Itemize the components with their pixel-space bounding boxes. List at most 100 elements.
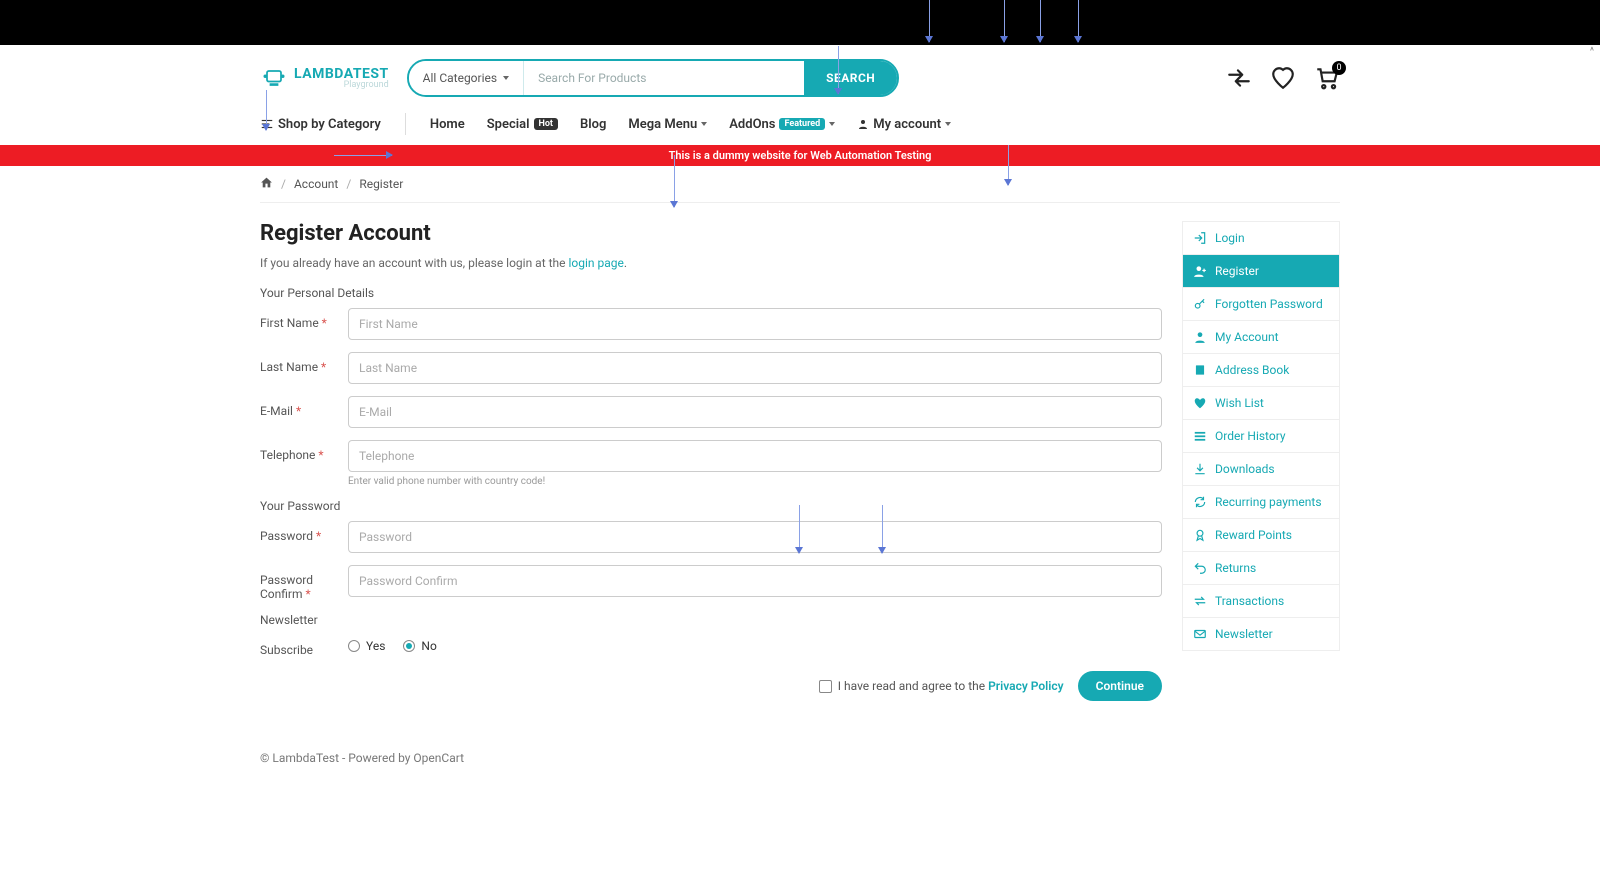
search-category-dropdown[interactable]: All Categories: [409, 61, 524, 95]
agree-label[interactable]: I have read and agree to the Privacy Pol…: [819, 679, 1064, 693]
site-logo[interactable]: LAMBDATEST Playground: [260, 64, 389, 92]
nav-my-account[interactable]: My account: [857, 117, 951, 132]
user-icon: [1193, 330, 1207, 344]
user-icon: [857, 118, 869, 130]
user-plus-icon: [1193, 264, 1207, 278]
breadcrumb-current: Register: [359, 177, 403, 191]
sidebar-item-label: Forgotten Password: [1215, 297, 1323, 311]
agree-checkbox[interactable]: [819, 680, 832, 693]
section-newsletter: Newsletter: [260, 613, 1162, 627]
sidebar-item-wish-list[interactable]: Wish List: [1183, 387, 1339, 420]
password-confirm-input[interactable]: [348, 565, 1162, 597]
annotation-arrow: [799, 505, 800, 553]
sidebar-item-my-account[interactable]: My Account: [1183, 321, 1339, 354]
cart-icon[interactable]: 0: [1314, 65, 1340, 91]
sidebar-item-transactions[interactable]: Transactions: [1183, 585, 1339, 618]
book-icon: [1193, 363, 1207, 377]
sidebar-item-returns[interactable]: Returns: [1183, 552, 1339, 585]
logo-text-sub: Playground: [344, 81, 389, 90]
search-bar: All Categories SEARCH: [407, 59, 900, 97]
main-nav: Shop by Category Home Special Hot Blog Mega …: [260, 107, 1340, 145]
award-icon: [1193, 528, 1207, 542]
privacy-policy-link[interactable]: Privacy Policy: [988, 679, 1064, 693]
nav-label: Special: [487, 117, 530, 132]
site-header: LAMBDATEST Playground All Categories SEA…: [260, 45, 1340, 103]
annotation-arrow: [929, 0, 930, 42]
cart-count-badge: 0: [1332, 61, 1346, 75]
email-input[interactable]: [348, 396, 1162, 428]
annotation-arrow: [674, 155, 675, 207]
telephone-input[interactable]: [348, 440, 1162, 472]
chevron-down-icon: [503, 76, 509, 80]
sidebar-item-label: Downloads: [1215, 462, 1275, 476]
account-sidebar: Login Register Forgotten Password My Accoun…: [1182, 221, 1340, 701]
label-last-name: Last Name *: [260, 352, 348, 374]
label-email: E-Mail *: [260, 396, 348, 418]
nav-separator: [405, 113, 406, 135]
last-name-input[interactable]: [348, 352, 1162, 384]
sidebar-item-downloads[interactable]: Downloads: [1183, 453, 1339, 486]
nav-mega-menu[interactable]: Mega Menu: [628, 117, 707, 132]
nav-addons[interactable]: AddOnsFeatured: [729, 117, 835, 132]
nav-badge: Featured: [779, 118, 825, 130]
annotation-arrow: [1078, 0, 1079, 42]
sidebar-item-label: Login: [1215, 231, 1245, 245]
wishlist-icon[interactable]: [1270, 65, 1296, 91]
sidebar-item-forgotten-password[interactable]: Forgotten Password: [1183, 288, 1339, 321]
password-input[interactable]: [348, 521, 1162, 553]
register-form: Register Account If you already have an …: [260, 221, 1162, 701]
breadcrumb-home[interactable]: [260, 176, 273, 192]
sidebar-item-login[interactable]: Login: [1183, 222, 1339, 255]
sidebar-item-recurring-payments[interactable]: Recurring payments: [1183, 486, 1339, 519]
login-page-link[interactable]: login page: [568, 256, 623, 270]
shop-by-category[interactable]: Shop by Category: [260, 117, 381, 132]
annotation-arrow: [838, 46, 839, 94]
nav-badge: Hot: [534, 118, 558, 130]
page-title: Register Account: [260, 221, 1162, 246]
compare-icon[interactable]: [1226, 65, 1252, 91]
chevron-down-icon: [701, 122, 707, 126]
annotation-arrow: [1040, 0, 1041, 42]
search-button[interactable]: SEARCH: [804, 61, 897, 95]
label-password-confirm: Password Confirm *: [260, 565, 348, 601]
subscribe-no[interactable]: No: [403, 639, 436, 653]
sidebar-item-label: Register: [1215, 264, 1259, 278]
sync-icon: [1193, 495, 1207, 509]
sidebar-item-address-book[interactable]: Address Book: [1183, 354, 1339, 387]
annotation-arrow: [882, 505, 883, 553]
shop-by-label: Shop by Category: [278, 117, 381, 132]
sidebar-item-label: Returns: [1215, 561, 1256, 575]
scroll-hint: ^: [1590, 46, 1594, 57]
sidebar-item-label: Newsletter: [1215, 627, 1273, 641]
nav-label: Blog: [580, 117, 606, 132]
search-input[interactable]: [524, 61, 804, 95]
login-hint: If you already have an account with us, …: [260, 256, 1162, 270]
subscribe-yes-label: Yes: [366, 639, 385, 653]
breadcrumb: / Account / Register: [260, 166, 1340, 203]
sidebar-item-label: Address Book: [1215, 363, 1289, 377]
label-password: Password *: [260, 521, 348, 543]
sidebar-item-newsletter[interactable]: Newsletter: [1183, 618, 1339, 650]
nav-home[interactable]: Home: [430, 117, 465, 132]
sidebar-item-order-history[interactable]: Order History: [1183, 420, 1339, 453]
sidebar-item-label: Recurring payments: [1215, 495, 1322, 509]
undo-icon: [1193, 561, 1207, 575]
annotation-arrow: [1004, 0, 1005, 42]
nav-label: Home: [430, 117, 465, 132]
chevron-down-icon: [829, 122, 835, 126]
breadcrumb-sep: /: [346, 177, 351, 191]
search-category-label: All Categories: [423, 71, 497, 85]
nav-label: Mega Menu: [628, 117, 697, 132]
list-icon: [1193, 429, 1207, 443]
nav-blog[interactable]: Blog: [580, 117, 606, 132]
first-name-input[interactable]: [348, 308, 1162, 340]
logo-text-main: LAMBDATEST: [294, 67, 389, 81]
subscribe-yes[interactable]: Yes: [348, 639, 385, 653]
continue-button[interactable]: Continue: [1078, 671, 1162, 701]
nav-special[interactable]: Special Hot: [487, 117, 558, 132]
chevron-down-icon: [945, 122, 951, 126]
sidebar-item-reward-points[interactable]: Reward Points: [1183, 519, 1339, 552]
breadcrumb-account[interactable]: Account: [294, 177, 338, 191]
agree-text: I have read and agree to the: [838, 679, 988, 693]
sidebar-item-register[interactable]: Register: [1183, 255, 1339, 288]
